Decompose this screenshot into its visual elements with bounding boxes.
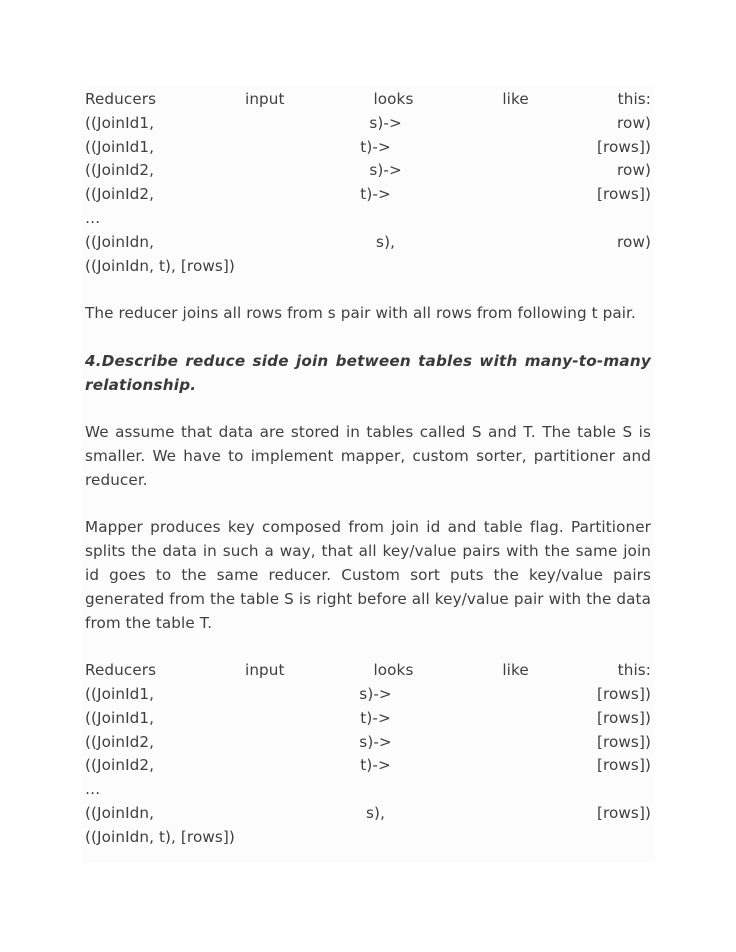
code-line-row4: ((JoinId2, t)-> [rows]) (85, 185, 651, 204)
reducer-input-block-1: Reducers input looks like this: ((JoinId… (85, 88, 651, 278)
reducer-join-note: The reducer joins all rows from s pair w… (85, 304, 636, 323)
code-line-row2: ((JoinId1, t)-> [rows]) (85, 708, 651, 727)
code-line-row1: ((JoinId1, s)-> row) (85, 113, 651, 132)
document-page: Reducers input looks like this: ((JoinId… (0, 0, 736, 952)
assumptions-paragraph: We assume that data are stored in tables… (85, 423, 651, 489)
code-line-row4: ((JoinId2, t)-> [rows]) (85, 756, 651, 775)
code-line-row1: ((JoinId1, s)-> [rows]) (85, 684, 651, 703)
code-line-rown-t: ((JoinIdn, t), [rows]) (85, 827, 235, 846)
code-line-ellipsis: … (85, 780, 101, 799)
code-line-row3: ((JoinId2, s)-> row) (85, 161, 651, 180)
reducer-input-block-2: Reducers input looks like this: ((JoinId… (85, 659, 651, 849)
code-line-rown-s: ((JoinIdn, s), [rows]) (85, 803, 651, 822)
code-line-ellipsis: … (85, 208, 101, 227)
code-line-header: Reducers input looks like this: (85, 661, 651, 680)
code-line-rown-t: ((JoinIdn, t), [rows]) (85, 256, 235, 275)
code-line-row3: ((JoinId2, s)-> [rows]) (85, 732, 651, 751)
code-line-rown-s: ((JoinIdn, s), row) (85, 232, 651, 251)
section-heading-4: 4.Describe reduce side join between tabl… (85, 351, 651, 394)
document-body: Reducers input looks like this: ((JoinId… (85, 88, 651, 850)
code-line-header: Reducers input looks like this: (85, 90, 651, 108)
code-line-row2: ((JoinId1, t)-> [rows]) (85, 137, 651, 156)
mapper-paragraph: Mapper produces key composed from join i… (85, 518, 651, 632)
